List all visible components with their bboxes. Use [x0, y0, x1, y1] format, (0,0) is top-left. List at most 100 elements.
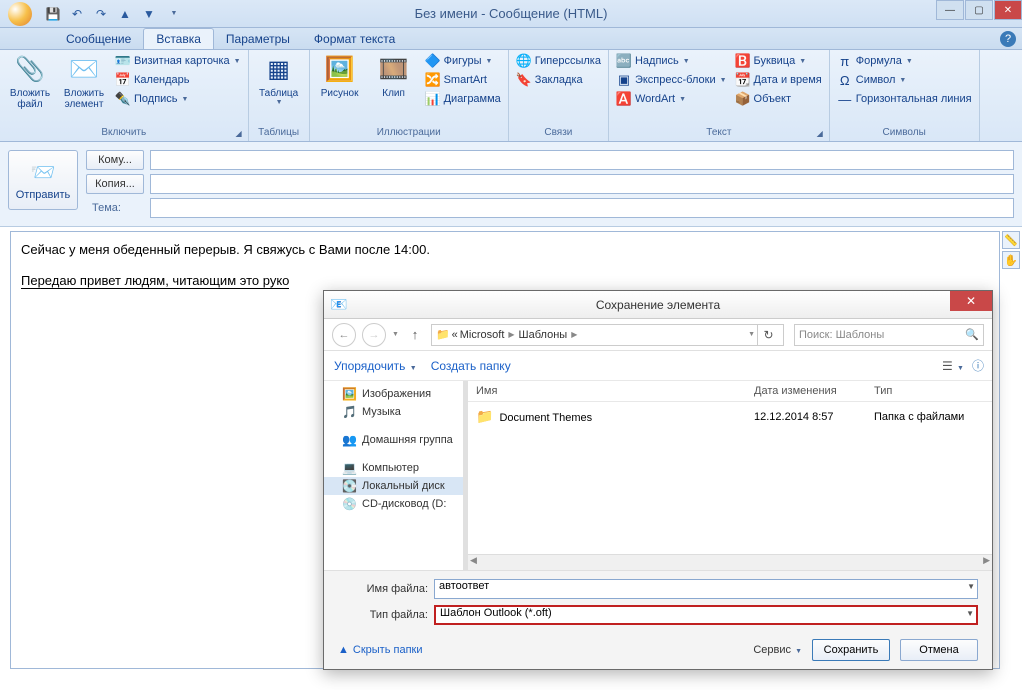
- back-button[interactable]: ←: [332, 323, 356, 347]
- cc-field[interactable]: [150, 174, 1014, 194]
- ruler-icon[interactable]: 📏: [1002, 231, 1020, 249]
- send-button[interactable]: 📨Отправить: [8, 150, 78, 210]
- smartart-button[interactable]: 🔀SmartArt: [422, 71, 504, 89]
- view-button[interactable]: ☰ ▼: [942, 359, 964, 373]
- tree-pictures[interactable]: 🖼️Изображения: [324, 385, 463, 403]
- quickparts-button[interactable]: ▣Экспресс-блоки▼: [613, 71, 730, 89]
- dialog-titlebar: 📧 Сохранение элемента ✕: [324, 291, 992, 319]
- datetime-button[interactable]: 📆Дата и время: [732, 71, 825, 89]
- service-button[interactable]: Сервис ▼: [753, 644, 802, 656]
- equation-button[interactable]: πФормула▼: [834, 52, 975, 70]
- save-button[interactable]: Сохранить: [812, 639, 890, 661]
- folder-icon: 📁: [436, 328, 450, 341]
- to-button[interactable]: Кому...: [86, 150, 144, 170]
- col-type[interactable]: Тип: [874, 385, 984, 397]
- cd-icon: 💿: [342, 497, 358, 511]
- attach-file-button[interactable]: 📎Вложить файл: [4, 52, 56, 112]
- h-scrollbar[interactable]: ◀▶: [468, 554, 992, 570]
- breadcrumb[interactable]: 📁 « Microsoft▶ Шаблоны▶ ▼ ↻: [431, 324, 784, 346]
- wordart-icon: 🅰️: [616, 91, 632, 107]
- file-list[interactable]: Имя Дата изменения Тип 📁Document Themes …: [468, 381, 992, 570]
- filename-input[interactable]: автоответ▼: [434, 579, 978, 599]
- tab-insert[interactable]: Вставка: [143, 28, 214, 49]
- list-item[interactable]: 📁Document Themes 12.12.2014 8:57 Папка с…: [468, 402, 992, 431]
- compose-header: 📨Отправить Кому... Копия... Тема:: [0, 142, 1022, 227]
- history-dropdown-icon[interactable]: ▼: [392, 331, 399, 338]
- to-field[interactable]: [150, 150, 1014, 170]
- tree-cddrive[interactable]: 💿CD-дисковод (D:: [324, 495, 463, 513]
- tree-homegroup[interactable]: 👥Домашняя группа: [324, 431, 463, 449]
- shapes-icon: 🔷: [425, 53, 441, 69]
- new-folder-button[interactable]: Создать папку: [431, 359, 511, 373]
- redo-icon[interactable]: ↷: [92, 5, 110, 23]
- picture-button[interactable]: 🖼️Рисунок: [314, 52, 366, 101]
- dropcap-button[interactable]: 🅱️Буквица▼: [732, 52, 825, 70]
- object-button[interactable]: 📦Объект: [732, 90, 825, 108]
- calendar-button[interactable]: 📅Календарь: [112, 71, 244, 89]
- clip-button[interactable]: 🎞️Клип: [368, 52, 420, 101]
- dialog-launcher-icon[interactable]: ◢: [817, 129, 823, 138]
- help-button[interactable]: ⓘ: [972, 357, 984, 374]
- dialog-toolbar: Упорядочить ▼ Создать папку ☰ ▼ ⓘ: [324, 351, 992, 381]
- up-button[interactable]: ↑: [405, 325, 425, 345]
- dialog-title: Сохранение элемента: [596, 298, 720, 312]
- dropcap-icon: 🅱️: [735, 53, 751, 69]
- undo-icon[interactable]: ↶: [68, 5, 86, 23]
- cc-button[interactable]: Копия...: [86, 174, 144, 194]
- nav-tree[interactable]: 🖼️Изображения 🎵Музыка 👥Домашняя группа 💻…: [324, 381, 464, 570]
- group-illustrations: 🖼️Рисунок 🎞️Клип 🔷Фигуры▼ 🔀SmartArt 📊Диа…: [310, 50, 509, 141]
- hline-button[interactable]: —Горизонтальная линия: [834, 90, 975, 108]
- hyperlink-button[interactable]: 🌐Гиперссылка: [513, 52, 604, 70]
- save-icon[interactable]: 💾: [44, 5, 62, 23]
- help-icon[interactable]: ?: [1000, 31, 1016, 47]
- qat-dropdown-icon[interactable]: ▼: [165, 5, 183, 23]
- chevron-down-icon[interactable]: ▼: [966, 609, 974, 618]
- attach-item-button[interactable]: ✉️Вложить элемент: [58, 52, 110, 112]
- col-name[interactable]: Имя: [476, 385, 754, 397]
- dialog-launcher-icon[interactable]: ◢: [235, 129, 241, 138]
- music-icon: 🎵: [342, 405, 358, 419]
- chart-button[interactable]: 📊Диаграмма: [422, 90, 504, 108]
- subject-field[interactable]: [150, 198, 1014, 218]
- tree-localdisk[interactable]: 💽Локальный диск: [324, 477, 463, 495]
- hand-icon[interactable]: ✋: [1002, 251, 1020, 269]
- forward-button[interactable]: →: [362, 323, 386, 347]
- symbol-button[interactable]: ΩСимвол▼: [834, 71, 975, 89]
- tab-format[interactable]: Формат текста: [302, 29, 407, 49]
- wordart-button[interactable]: 🅰️WordArt▼: [613, 90, 730, 108]
- hide-folders-button[interactable]: ▲Скрыть папки: [338, 644, 422, 656]
- filetype-label: Тип файла:: [338, 609, 428, 621]
- close-button[interactable]: ✕: [994, 0, 1022, 20]
- signature-button[interactable]: ✒️Подпись▼: [112, 90, 244, 108]
- shapes-button[interactable]: 🔷Фигуры▼: [422, 52, 504, 70]
- tab-options[interactable]: Параметры: [214, 29, 302, 49]
- save-dialog: 📧 Сохранение элемента ✕ ← → ▼ ↑ 📁 « Micr…: [323, 290, 993, 670]
- crumb-dropdown-icon[interactable]: ▼: [748, 331, 755, 338]
- table-button[interactable]: ▦Таблица▼: [253, 52, 305, 109]
- cancel-button[interactable]: Отмена: [900, 639, 978, 661]
- minimize-button[interactable]: —: [936, 0, 964, 20]
- prev-icon[interactable]: ▲: [116, 5, 134, 23]
- business-card-button[interactable]: 🪪Визитная карточка▼: [112, 52, 244, 70]
- textbox-button[interactable]: 🔤Надпись▼: [613, 52, 730, 70]
- envelope-icon: ✉️: [68, 54, 100, 86]
- search-input[interactable]: Поиск: Шаблоны🔍: [794, 324, 984, 346]
- title-bar: 💾 ↶ ↷ ▲ ▼ ▼ Без имени - Сообщение (HTML)…: [0, 0, 1022, 28]
- side-tools: 📏 ✋: [1002, 231, 1020, 271]
- tree-music[interactable]: 🎵Музыка: [324, 403, 463, 421]
- refresh-button[interactable]: ↻: [757, 324, 779, 346]
- object-icon: 📦: [735, 91, 751, 107]
- dialog-close-button[interactable]: ✕: [950, 291, 992, 311]
- col-date[interactable]: Дата изменения: [754, 385, 874, 397]
- next-icon[interactable]: ▼: [140, 5, 158, 23]
- filetype-select[interactable]: Шаблон Outlook (*.oft)▼: [434, 605, 978, 625]
- maximize-button[interactable]: ▢: [965, 0, 993, 20]
- organize-button[interactable]: Упорядочить ▼: [334, 359, 417, 373]
- office-button[interactable]: [0, 0, 40, 28]
- tree-computer[interactable]: 💻Компьютер: [324, 459, 463, 477]
- bookmark-button[interactable]: 🔖Закладка: [513, 71, 604, 89]
- bookmark-icon: 🔖: [516, 72, 532, 88]
- tab-message[interactable]: Сообщение: [54, 29, 143, 49]
- hline-icon: —: [837, 91, 853, 107]
- chevron-down-icon[interactable]: ▼: [967, 582, 975, 591]
